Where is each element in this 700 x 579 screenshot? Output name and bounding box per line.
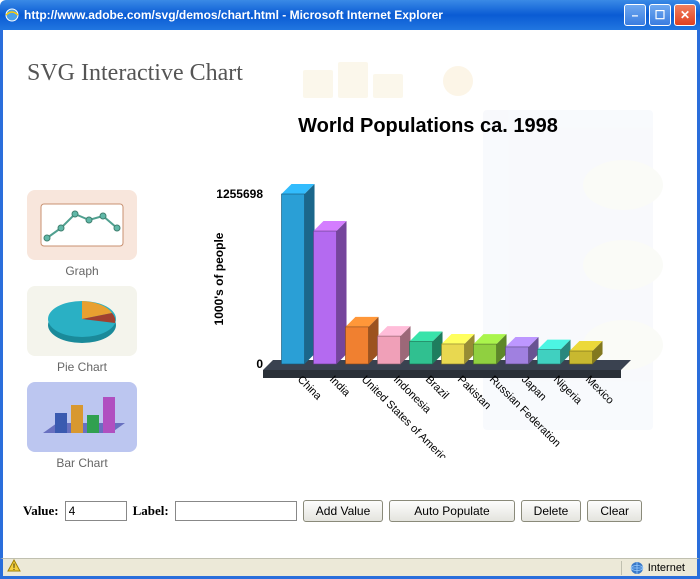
graph-type-button[interactable]: Graph [27, 190, 137, 260]
label-label: Label: [133, 503, 169, 519]
status-bar: ! Internet [0, 558, 700, 579]
bar-chart[interactable]: 125569801000's of peopleChinaIndiaUnited… [193, 158, 663, 458]
window-title: http://www.adobe.com/svg/demos/chart.htm… [24, 8, 624, 22]
value-input[interactable] [65, 501, 127, 521]
svg-text:1255698: 1255698 [216, 187, 263, 201]
svg-text:Japan: Japan [519, 374, 549, 404]
input-toolbar: Value: Label: Add Value Auto Populate De… [23, 500, 642, 522]
window-close-button[interactable]: ✕ [674, 4, 696, 26]
chart-area: World Populations ca. 1998 1255698 0 1000'… [193, 115, 663, 475]
status-alert-icon: ! [7, 559, 21, 576]
svg-text:Pakistan: Pakistan [455, 374, 493, 412]
pie-chart-icon [37, 293, 127, 349]
graph-type-label: Graph [27, 264, 137, 278]
svg-text:Mexico: Mexico [583, 374, 616, 407]
page-title: SVG Interactive Chart [27, 60, 243, 87]
bar-type-label: Bar Chart [27, 456, 137, 470]
chart-type-panel: Graph Pie Chart [27, 190, 147, 478]
delete-button[interactable]: Delete [521, 500, 582, 522]
chart-title: World Populations ca. 1998 [193, 115, 663, 138]
ie-icon [4, 7, 20, 23]
svg-text:0: 0 [256, 357, 263, 371]
bar-chart-icon [37, 389, 127, 445]
pie-type-label: Pie Chart [27, 360, 137, 374]
pie-type-button[interactable]: Pie Chart [27, 286, 137, 356]
add-value-button[interactable]: Add Value [303, 500, 384, 522]
label-input[interactable] [175, 501, 297, 521]
clear-button[interactable]: Clear [587, 500, 642, 522]
window-minimize-button[interactable]: – [624, 4, 646, 26]
svg-text:1000's of people: 1000's of people [212, 232, 226, 325]
value-label: Value: [23, 503, 59, 519]
window-titlebar: http://www.adobe.com/svg/demos/chart.htm… [0, 0, 700, 30]
bar-type-button[interactable]: Bar Chart [27, 382, 137, 452]
auto-populate-button[interactable]: Auto Populate [389, 500, 514, 522]
line-chart-icon [37, 200, 127, 250]
status-zone-label: Internet [648, 562, 685, 574]
status-zone: Internet [621, 561, 693, 575]
svg-text:!: ! [13, 562, 16, 572]
svg-text:China: China [295, 374, 324, 403]
window-maximize-button[interactable]: ☐ [649, 4, 671, 26]
svg-text:Nigeria: Nigeria [551, 374, 585, 408]
internet-zone-icon [630, 561, 644, 575]
